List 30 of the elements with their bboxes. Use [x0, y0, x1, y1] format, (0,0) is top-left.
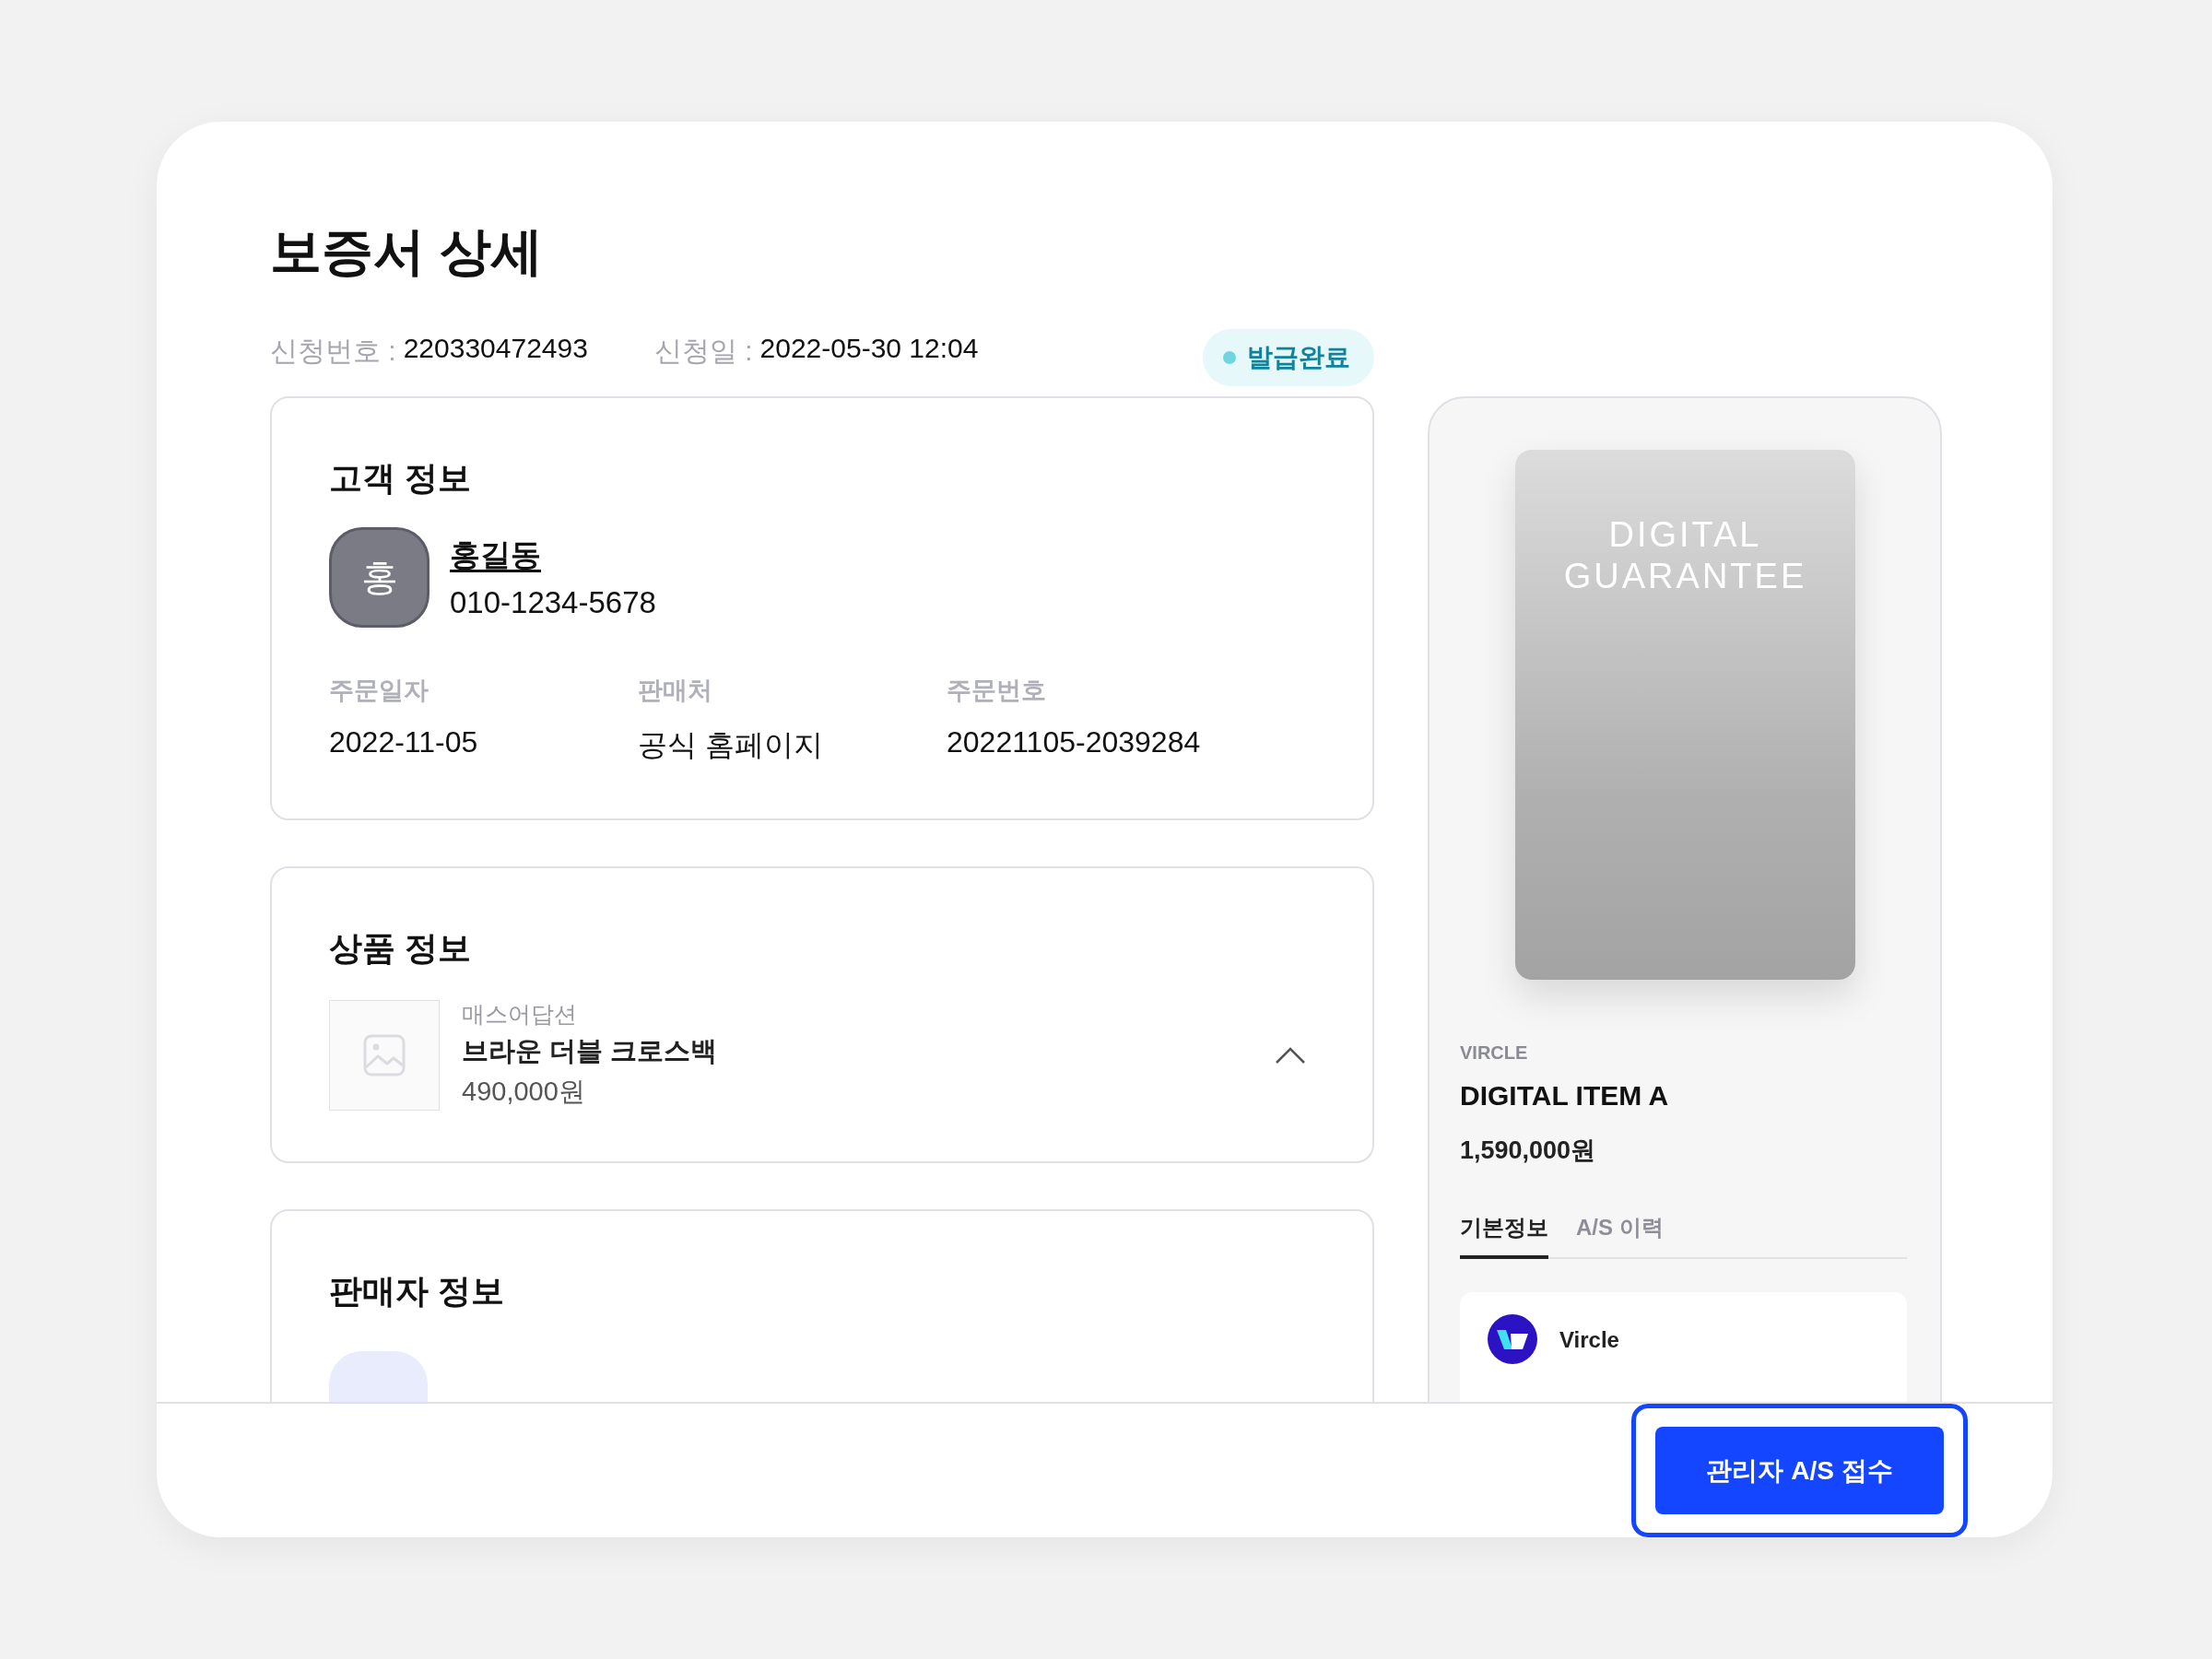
field-label: 주문번호: [947, 676, 1047, 706]
meta-label: 신청번호 :: [270, 334, 396, 368]
meta-value: 220330472493: [403, 332, 588, 365]
field-value: 공식 홈페이지: [638, 727, 824, 763]
field-value: 2022-11-05: [329, 725, 479, 759]
field-label: 주문일자: [329, 676, 429, 706]
customer-name-link[interactable]: 홍길동: [450, 535, 541, 576]
submit-button[interactable]: 관리자 A/S 접수: [1655, 1427, 1944, 1514]
product-price: 490,000원: [462, 1076, 586, 1108]
section-title: 판매자 정보: [329, 1271, 505, 1312]
section-title: 상품 정보: [329, 928, 472, 969]
tab[interactable]: 기본정보: [1460, 1213, 1548, 1259]
item-brand: VIRCLE: [1460, 1042, 1529, 1064]
section-title: 고객 정보: [329, 458, 472, 499]
page-title: 보증서 상세: [270, 221, 544, 282]
status-badge: 발급완료: [1203, 329, 1374, 386]
issuer-name: Vircle: [1559, 1327, 1619, 1353]
item-name: DIGITAL ITEM A: [1460, 1080, 1670, 1112]
avatar: 홍: [329, 527, 429, 628]
field-label: 판매처: [638, 676, 713, 706]
logo-icon: [1488, 1314, 1537, 1364]
chevron-up-icon[interactable]: [1275, 1045, 1306, 1065]
field-value: 20221105-2039284: [947, 725, 1202, 759]
image-icon: [362, 1032, 406, 1077]
customer-phone: 010-1234-5678: [450, 585, 656, 620]
meta-label: 신청일 :: [653, 334, 753, 368]
meta-value: 2022-05-30 12:04: [759, 332, 979, 365]
product-brand: 매스어답션: [462, 1000, 578, 1029]
item-price: 1,590,000원: [1460, 1135, 1597, 1166]
product-name: 브라운 더블 크로스백: [462, 1035, 718, 1067]
